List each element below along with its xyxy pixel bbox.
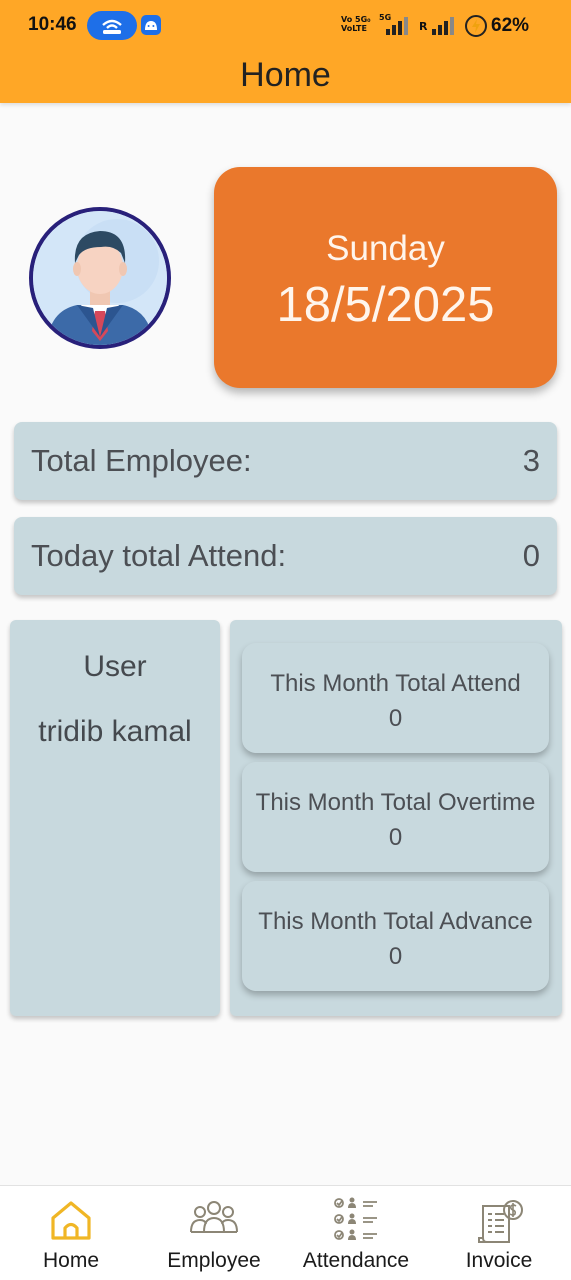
page-title: Home — [240, 56, 331, 94]
home-icon — [51, 1201, 91, 1240]
user-name: tridib kamal — [38, 715, 192, 748]
nav-item-attendance[interactable]: Attendance — [296, 1186, 416, 1280]
businessman-avatar-icon — [33, 211, 167, 345]
total-employee-label: Total Employee: — [31, 443, 252, 478]
month-attend-value: 0 — [388, 705, 403, 732]
today-attend-value: 0 — [522, 538, 540, 573]
roaming-label: R — [419, 20, 428, 33]
nav-label-attendance: Attendance — [302, 1249, 410, 1272]
employee-group-icon — [190, 1201, 238, 1233]
today-attend-row[interactable]: Today total Attend: 0 — [14, 517, 557, 595]
battery-charging-icon — [465, 15, 487, 37]
attendance-checklist-icon — [334, 1197, 377, 1240]
nav-item-employee[interactable]: Employee — [149, 1186, 279, 1280]
month-overtime-card[interactable]: This Month Total Overtime 0 — [242, 762, 549, 872]
volte-label-1: Vo 5G₀ VoLTE — [341, 15, 371, 33]
month-advance-label: This Month Total Advance — [258, 908, 533, 935]
month-summary-panel: This Month Total Attend 0 This Month Tot… — [230, 620, 562, 1016]
user-avatar[interactable] — [29, 207, 171, 349]
total-employee-row[interactable]: Total Employee: 3 — [14, 422, 557, 500]
current-date: 18/5/2025 — [276, 278, 495, 332]
month-advance-value: 0 — [388, 943, 403, 970]
battery-percentage: 62% — [491, 15, 530, 36]
month-advance-card[interactable]: This Month Total Advance 0 — [242, 881, 549, 991]
bottom-navigation: Home Employee Attendance Invoice — [0, 1185, 571, 1280]
signal-strength-icon-1 — [386, 17, 408, 35]
nav-item-home[interactable]: Home — [10, 1186, 132, 1280]
user-heading: User — [83, 650, 147, 683]
month-attend-card[interactable]: This Month Total Attend 0 — [242, 643, 549, 753]
status-time: 10:46 — [28, 14, 77, 35]
date-card: Sunday 18/5/2025 — [214, 167, 557, 388]
today-attend-label: Today total Attend: — [31, 538, 287, 573]
day-of-week: Sunday — [326, 229, 445, 268]
month-attend-label: This Month Total Attend — [270, 670, 521, 697]
nav-label-home: Home — [42, 1249, 100, 1272]
android-notification-icon — [141, 15, 161, 35]
total-employee-value: 3 — [522, 443, 540, 478]
nav-item-invoice[interactable]: Invoice — [444, 1186, 554, 1280]
hotspot-icon — [102, 19, 122, 34]
nav-label-employee: Employee — [167, 1249, 261, 1272]
nav-label-invoice: Invoice — [465, 1249, 533, 1272]
month-overtime-label: This Month Total Overtime — [255, 789, 536, 816]
month-overtime-value: 0 — [388, 824, 403, 851]
app-header: 10:46 Vo 5G₀ VoLTE 5G R 62% Home — [0, 0, 571, 103]
signal-strength-icon-2 — [432, 17, 454, 35]
user-panel: User tridib kamal — [10, 620, 220, 1016]
hotspot-indicator — [87, 11, 137, 40]
invoice-icon — [478, 1200, 523, 1243]
